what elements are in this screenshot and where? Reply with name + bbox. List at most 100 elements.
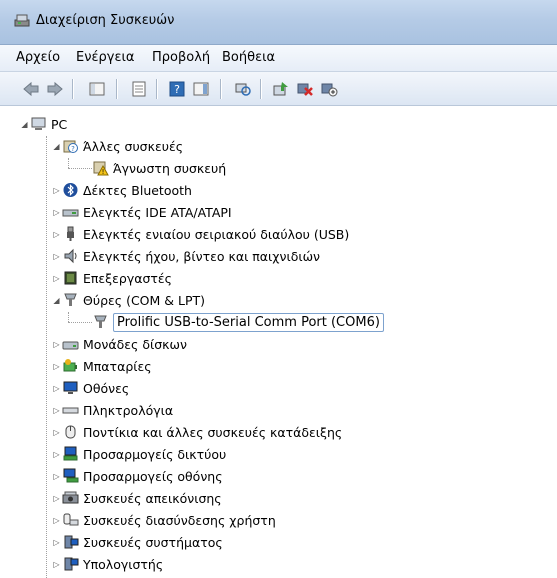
svg-text:?: ?: [174, 83, 180, 96]
expand-arrow-icon[interactable]: ▷: [52, 406, 61, 415]
usb-plug-icon: [67, 226, 74, 241]
scan-hardware-icon[interactable]: [234, 81, 252, 97]
computer-icon: [31, 117, 46, 130]
category-network-adapters[interactable]: ▷ Προσαρμογείς δικτύου: [53, 443, 227, 465]
port-connector-icon: [94, 315, 107, 328]
expand-arrow-icon[interactable]: ▷: [52, 560, 61, 569]
expand-arrow-icon[interactable]: ▷: [52, 472, 61, 481]
warning-device-icon: !: [93, 161, 109, 176]
category-imaging-devices[interactable]: ▷ Συσκευές απεικόνισης: [53, 487, 222, 509]
category-processors[interactable]: ▷ Επεξεργαστές: [53, 267, 173, 289]
disk-drive-icon: [62, 341, 79, 350]
category-usb-controllers[interactable]: ▷ Ελεγκτές ενιαίου σειριακού διαύλου (US…: [53, 223, 350, 245]
category-label: Ελεγκτές ενιαίου σειριακού διαύλου (USB): [83, 226, 350, 242]
category-other-devices[interactable]: ◢ ? Άλλες συσκευές: [53, 135, 184, 157]
update-driver-icon[interactable]: [272, 81, 290, 97]
toolbar: ?: [0, 72, 557, 106]
uninstall-device-icon[interactable]: [296, 81, 314, 97]
back-arrow-icon[interactable]: [22, 81, 40, 97]
display-adapter-icon: [63, 468, 79, 483]
category-label: Μονάδες δίσκων: [83, 336, 187, 352]
device-tree: ◢ PC ◢ ? Άλλες συσκευές ! Άγνωστη συσκευ…: [0, 106, 557, 578]
expand-arrow-icon[interactable]: ▷: [52, 450, 61, 459]
expand-arrow-icon[interactable]: ▷: [52, 274, 61, 283]
speaker-icon: [64, 248, 77, 264]
category-label: Συσκευές διασύνδεσης χρήστη: [83, 512, 276, 528]
menu-view[interactable]: Προβολή: [152, 50, 210, 65]
category-hid[interactable]: ▷ Συσκευές διασύνδεσης χρήστη: [53, 509, 276, 531]
category-disk-drives[interactable]: ▷ Μονάδες δίσκων: [53, 333, 187, 355]
menu-file[interactable]: Αρχείο: [16, 50, 60, 65]
hid-device-icon: [63, 513, 79, 526]
category-label: Θύρες (COM & LPT): [83, 292, 206, 308]
category-label: Υπολογιστής: [83, 556, 164, 572]
expand-arrow-icon[interactable]: ▷: [52, 516, 61, 525]
expand-arrow-icon[interactable]: ▷: [52, 186, 61, 195]
expand-arrow-icon[interactable]: ▷: [52, 340, 61, 349]
collapse-arrow-icon[interactable]: ◢: [52, 296, 61, 305]
unknown-device-icon: ?: [63, 140, 78, 153]
category-label: Μπαταρίες: [83, 358, 152, 374]
keyboard-icon: [62, 407, 79, 414]
expand-arrow-icon[interactable]: ▷: [52, 362, 61, 371]
system-devices-icon: [64, 535, 79, 549]
category-label: Ελεγκτές IDE ATA/ATAPI: [83, 204, 232, 220]
category-label: Συσκευές συστήματος: [83, 534, 223, 550]
category-label: Οθόνες: [83, 380, 130, 396]
tree-root-label: PC: [51, 116, 68, 132]
mouse-icon: [65, 425, 76, 439]
expand-arrow-icon[interactable]: ▷: [52, 384, 61, 393]
tree-root[interactable]: ◢ PC: [21, 113, 68, 135]
expand-arrow-icon[interactable]: ▷: [52, 230, 61, 239]
category-computer[interactable]: ▷ Υπολογιστής: [53, 553, 164, 575]
title-bar: Διαχείριση Συσκευών: [0, 0, 557, 45]
collapse-arrow-icon[interactable]: ◢: [52, 142, 61, 151]
category-label: Δέκτες Bluetooth: [83, 182, 192, 198]
category-sound-video[interactable]: ▷ Ελεγκτές ήχου, βίντεο και παιχνιδιών: [53, 245, 321, 267]
category-label: Προσαρμογείς δικτύου: [83, 446, 227, 462]
enable-device-icon[interactable]: [320, 81, 338, 97]
expand-arrow-icon[interactable]: ▷: [52, 428, 61, 437]
svg-text:?: ?: [71, 145, 75, 153]
category-batteries[interactable]: ▷ Μπαταρίες: [53, 355, 152, 377]
imaging-device-icon: [62, 491, 79, 504]
forward-arrow-icon[interactable]: [46, 81, 64, 97]
category-label: Ποντίκια και άλλες συσκευές κατάδειξης: [83, 424, 343, 440]
menu-bar: Αρχείο Ενέργεια Προβολή Βοήθεια: [0, 45, 557, 72]
category-label: Ελεγκτές ήχου, βίντεο και παιχνιδιών: [83, 248, 321, 264]
collapse-arrow-icon[interactable]: ◢: [20, 120, 29, 129]
expand-arrow-icon[interactable]: ▷: [52, 494, 61, 503]
category-system-devices[interactable]: ▷ Συσκευές συστήματος: [53, 531, 223, 553]
expand-arrow-icon[interactable]: ▷: [52, 538, 61, 547]
action-pane-icon[interactable]: [192, 81, 210, 97]
category-label: Πληκτρολόγια: [83, 402, 174, 418]
expand-arrow-icon[interactable]: ▷: [52, 252, 61, 261]
category-bluetooth[interactable]: ▷ Δέκτες Bluetooth: [53, 179, 192, 201]
category-ports[interactable]: ◢ Θύρες (COM & LPT): [53, 289, 206, 311]
window-title: Διαχείριση Συσκευών: [36, 13, 175, 28]
menu-action[interactable]: Ενέργεια: [76, 50, 134, 65]
menu-help[interactable]: Βοήθεια: [222, 50, 275, 65]
network-adapter-icon: [63, 446, 78, 461]
help-icon[interactable]: ?: [168, 81, 186, 97]
category-monitors[interactable]: ▷ Οθόνες: [53, 377, 130, 399]
computer-icon: [64, 557, 79, 571]
category-ide-controllers[interactable]: ▷ Ελεγκτές IDE ATA/ATAPI: [53, 201, 232, 223]
device-manager-icon: [14, 14, 30, 27]
device-label: Prolific USB-to-Serial Comm Port (COM6): [113, 312, 384, 332]
category-label: Επεξεργαστές: [83, 270, 173, 286]
category-display-adapters[interactable]: ▷ Προσαρμογείς οθόνης: [53, 465, 223, 487]
category-mice[interactable]: ▷ Ποντίκια και άλλες συσκευές κατάδειξης: [53, 421, 343, 443]
category-label: Άλλες συσκευές: [83, 138, 184, 154]
category-label: Προσαρμογείς οθόνης: [83, 468, 223, 484]
device-label: Άγνωστη συσκευή: [113, 160, 227, 176]
device-prolific-com6[interactable]: Prolific USB-to-Serial Comm Port (COM6): [92, 311, 384, 333]
show-hide-tree-icon[interactable]: [88, 81, 106, 97]
device-unknown[interactable]: ! Άγνωστη συσκευή: [92, 157, 226, 179]
monitor-icon: [63, 381, 78, 394]
properties-icon[interactable]: [130, 81, 148, 97]
category-label: Συσκευές απεικόνισης: [83, 490, 222, 506]
category-keyboards[interactable]: ▷ Πληκτρολόγια: [53, 399, 174, 421]
expand-arrow-icon[interactable]: ▷: [52, 208, 61, 217]
ide-controller-icon: [62, 209, 79, 217]
